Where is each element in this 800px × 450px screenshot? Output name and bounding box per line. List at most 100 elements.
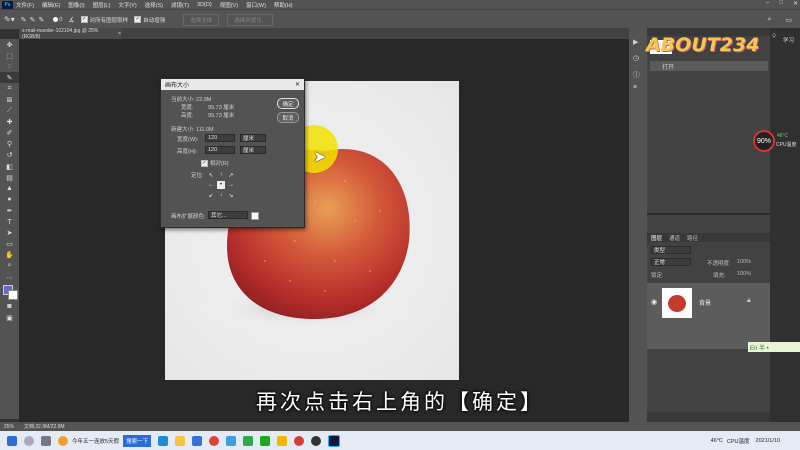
anchor-grid[interactable]: ↖ ↑ ↗ ← • → ↙ ↓ ↘ xyxy=(207,171,237,201)
close-icon[interactable]: ✕ xyxy=(793,0,798,7)
menu-help[interactable]: 帮助(H) xyxy=(274,1,293,9)
layer-name[interactable]: 背景 xyxy=(699,298,711,307)
anchor-se-icon[interactable]: ↘ xyxy=(227,191,235,199)
app-icon-ie[interactable] xyxy=(226,435,237,446)
app-icon-chrome[interactable] xyxy=(209,435,220,446)
opacity-value[interactable]: 100% xyxy=(737,259,751,265)
brush-size-preview[interactable]: 0 xyxy=(53,17,62,23)
extension-color-select[interactable]: 其它... xyxy=(208,211,248,219)
history-icon[interactable]: ◷ xyxy=(633,54,639,62)
quick-select-tool-icon[interactable]: ✎ xyxy=(0,72,19,84)
lightbulb-icon[interactable]: 💡︎ xyxy=(772,34,776,41)
gradient-tool-icon[interactable]: ▤ xyxy=(0,172,19,183)
path-select-tool-icon[interactable]: ➤ xyxy=(0,228,19,239)
workspace-icon[interactable]: ▭ xyxy=(785,16,792,24)
quick-mask-icon[interactable]: ◙ xyxy=(0,301,19,312)
anchor-n-icon[interactable]: ↑ xyxy=(217,171,225,179)
anchor-sw-icon[interactable]: ↙ xyxy=(207,191,215,199)
menu-edit[interactable]: 编辑(E) xyxy=(42,1,60,9)
angle-icon[interactable]: ∡ xyxy=(68,16,74,24)
app-icon-wechat[interactable] xyxy=(260,435,271,446)
marquee-tool-icon[interactable]: ⬚ xyxy=(0,50,19,61)
app-icon-mail[interactable] xyxy=(192,435,203,446)
width-input[interactable]: 120 xyxy=(205,134,235,142)
layer-row-background[interactable]: ◉ 背景 🔒︎ xyxy=(647,283,770,349)
menu-3d[interactable]: 3D(D) xyxy=(197,2,212,8)
zoom-tool-icon[interactable]: ⌕ xyxy=(0,261,19,272)
menu-image[interactable]: 图像(I) xyxy=(68,1,84,9)
eraser-tool-icon[interactable]: ◧ xyxy=(0,161,19,172)
menu-view[interactable]: 视图(V) xyxy=(220,1,238,9)
fill-value[interactable]: 100% xyxy=(737,271,751,277)
blur-tool-icon[interactable]: ▲ xyxy=(0,183,19,194)
blend-mode-select[interactable]: 正常 xyxy=(651,258,691,266)
crop-tool-icon[interactable]: ⌗ xyxy=(0,83,19,94)
ime-widget[interactable]: En 半 • xyxy=(748,342,800,352)
app-icon-edge[interactable] xyxy=(158,435,169,446)
history-brush-icon[interactable]: ↺ xyxy=(0,150,19,161)
tab-layers[interactable]: 图层 xyxy=(651,234,662,242)
play-icon[interactable]: ▶ xyxy=(633,38,638,46)
app-icon-photoshop[interactable] xyxy=(328,434,341,447)
menu-file[interactable]: 文件(F) xyxy=(16,1,34,9)
layer-kind-filter[interactable]: 类型 xyxy=(651,246,691,254)
auto-enhance-checkbox[interactable]: ✓ 自动增强 xyxy=(134,16,165,24)
type-tool-icon[interactable]: T xyxy=(0,217,19,228)
maximize-icon[interactable]: □ xyxy=(779,0,783,7)
app-icon-explorer[interactable] xyxy=(175,435,186,446)
sample-all-layers-checkbox[interactable]: ✓ 对所有图层取样 xyxy=(80,16,128,24)
screen-mode-icon[interactable]: ▣ xyxy=(0,312,19,323)
extension-color-swatch[interactable] xyxy=(251,212,259,220)
tab-paths[interactable]: 路径 xyxy=(687,234,698,242)
search-icon[interactable]: ⌕ xyxy=(767,16,771,24)
quick-select-tool-icon[interactable]: ✎▾ xyxy=(4,15,15,24)
hand-tool-icon[interactable]: ✋ xyxy=(0,250,19,261)
dodge-tool-icon[interactable]: ● xyxy=(0,194,19,205)
anchor-e-icon[interactable]: → xyxy=(227,181,235,189)
zoom-level[interactable]: 25% xyxy=(4,424,14,430)
cancel-button[interactable]: 取消 xyxy=(277,112,299,123)
app-icon-media[interactable] xyxy=(294,435,305,446)
stamp-tool-icon[interactable]: ⚲ xyxy=(0,139,19,150)
move-tool-icon[interactable]: ✥ xyxy=(0,39,19,50)
tab-channels[interactable]: 通道 xyxy=(669,234,680,242)
dialog-close-icon[interactable]: ✕ xyxy=(295,81,300,88)
study-link[interactable]: 学习 xyxy=(783,36,794,44)
properties-icon[interactable]: ≡ xyxy=(633,84,637,91)
anchor-ne-icon[interactable]: ↗ xyxy=(227,171,235,179)
temperature-widget[interactable]: 90% xyxy=(753,130,775,152)
minimize-icon[interactable]: – xyxy=(766,0,769,7)
height-unit-select[interactable]: 厘米 xyxy=(240,146,266,154)
anchor-nw-icon[interactable]: ↖ xyxy=(207,171,215,179)
frame-tool-icon[interactable]: ⊠ xyxy=(0,94,19,105)
pen-tool-icon[interactable]: ✒ xyxy=(0,205,19,216)
visibility-eye-icon[interactable]: ◉ xyxy=(651,298,657,306)
menu-select[interactable]: 选择(S) xyxy=(145,1,163,9)
ok-button[interactable]: 确定 xyxy=(277,98,299,109)
info-icon[interactable]: ⓘ xyxy=(633,70,640,80)
weather-icon[interactable] xyxy=(58,435,68,446)
select-subject-button[interactable]: 选择主体 xyxy=(183,13,220,26)
height-input[interactable]: 120 xyxy=(205,146,235,154)
anchor-s-icon[interactable]: ↓ xyxy=(217,191,225,199)
color-swatches-icon[interactable] xyxy=(0,283,19,301)
menu-layer[interactable]: 图层(L) xyxy=(93,1,111,9)
shape-tool-icon[interactable]: ▭ xyxy=(0,239,19,250)
relative-checkbox[interactable]: ✓ 相对(R) xyxy=(201,159,229,167)
search-button[interactable]: 搜索一下 xyxy=(123,434,152,447)
more-tools-icon[interactable]: ⋯ xyxy=(0,272,19,283)
news-text[interactable]: 今年五一连放5天假 xyxy=(72,437,119,445)
anchor-w-icon[interactable]: ← xyxy=(207,181,215,189)
anchor-center-icon[interactable]: • xyxy=(217,181,225,189)
eyedropper-tool-icon[interactable]: ⟋ xyxy=(0,106,19,117)
healing-tool-icon[interactable]: ✚ xyxy=(0,117,19,128)
app-icon-record[interactable] xyxy=(311,435,322,446)
select-and-mask-button[interactable]: 选择并遮住... xyxy=(227,13,274,26)
brush-mode-icons[interactable]: ✎✎✎ xyxy=(21,16,48,24)
brush-tool-icon[interactable]: ✐ xyxy=(0,128,19,139)
document-tab[interactable]: s-mail-maeder-102104.jpg @ 25%(RGB/8) × xyxy=(19,28,121,40)
menu-filter[interactable]: 滤镜(T) xyxy=(171,1,189,9)
tab-close-icon[interactable]: × xyxy=(118,31,121,37)
app-icon-yellow[interactable] xyxy=(277,435,288,446)
app-icon-green[interactable] xyxy=(243,435,254,446)
